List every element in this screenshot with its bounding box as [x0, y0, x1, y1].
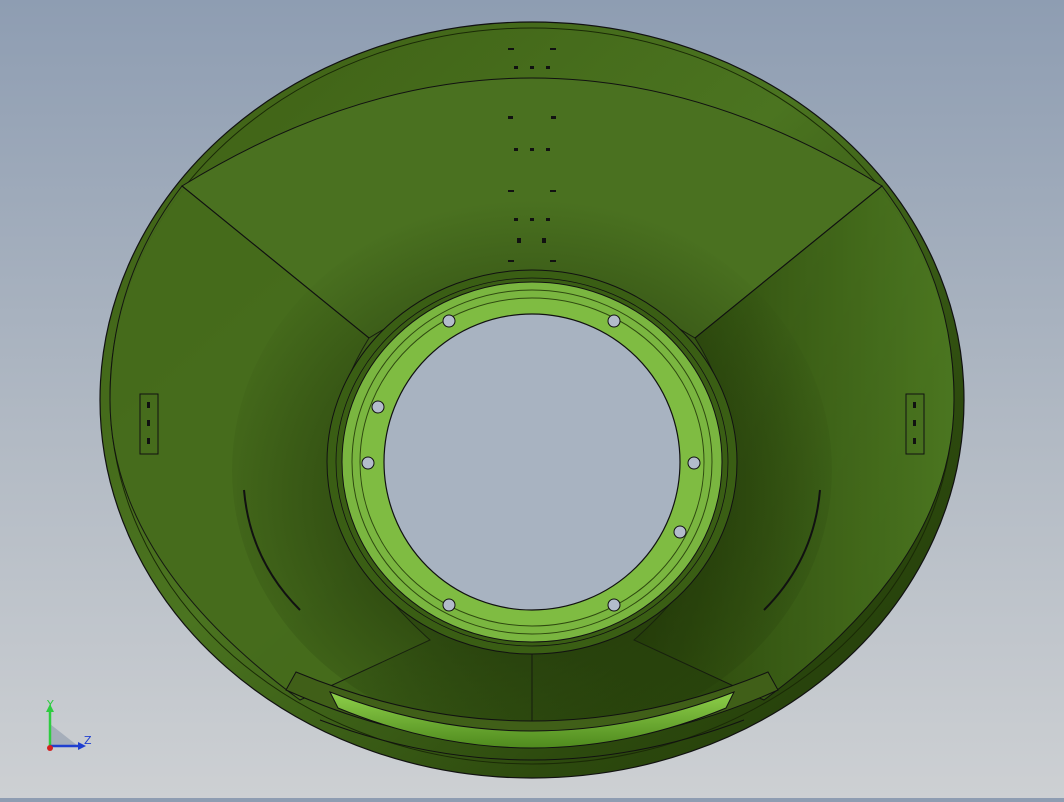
z-axis-label: Z [84, 734, 92, 747]
x-axis-dot [47, 745, 53, 751]
model-graphics[interactable] [0, 0, 1064, 798]
triad-plane [50, 724, 78, 746]
center-bore[interactable] [383, 313, 681, 611]
y-axis-label: Y [46, 698, 54, 711]
cad-3d-viewport[interactable]: Y Z [0, 0, 1064, 798]
axis-triad: Y Z [40, 698, 100, 758]
